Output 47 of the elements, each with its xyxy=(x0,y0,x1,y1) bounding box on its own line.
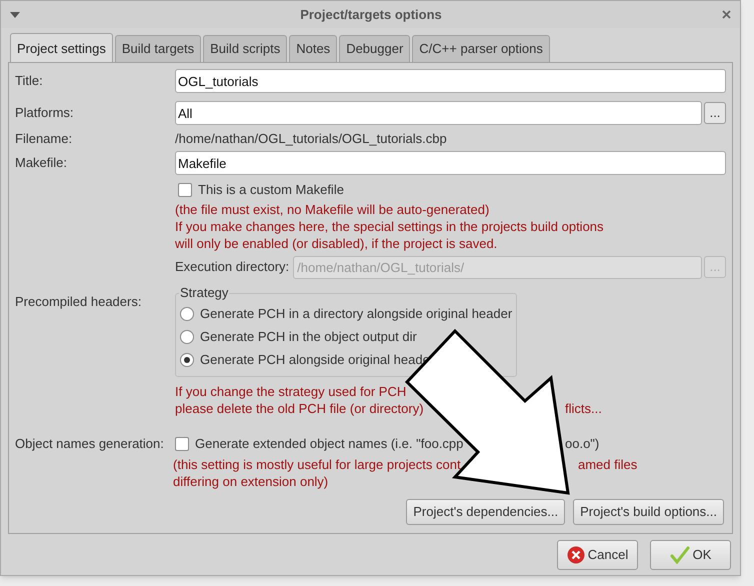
checkmark-icon xyxy=(670,546,690,564)
field-label: Title: xyxy=(15,72,44,90)
group-title: Strategy xyxy=(179,285,230,300)
checkbox-label: This is a custom Makefile xyxy=(198,181,344,200)
warning-note: will only be enabled (or disabled), if the project is saved. xyxy=(175,235,498,252)
radio-button[interactable] xyxy=(180,352,194,366)
field-label: Makefile: xyxy=(15,154,68,172)
cancel-button[interactable]: Cancel xyxy=(557,540,638,570)
checkbox[interactable] xyxy=(175,437,189,451)
window-title: Project/targets options xyxy=(299,6,443,24)
ok-button[interactable]: OK xyxy=(650,540,731,570)
browse-button[interactable]: ... xyxy=(704,102,726,124)
cancel-icon xyxy=(566,546,585,564)
checkbox[interactable] xyxy=(178,183,192,197)
warning-note: If you make changes here, the special settings in the projects build options xyxy=(175,218,605,235)
tab[interactable]: Project settings xyxy=(10,33,113,63)
checkbox-label: oo.o") xyxy=(565,435,600,454)
field-label: Platforms: xyxy=(15,104,75,122)
makefile-field[interactable]: Makefile xyxy=(175,151,726,175)
action-button[interactable]: Project's build options... xyxy=(573,499,724,525)
title-field[interactable]: OGL_tutorials xyxy=(175,69,726,93)
close-icon[interactable] xyxy=(722,10,731,19)
action-button[interactable]: Project's dependencies... xyxy=(406,499,566,525)
warning-note: differing on extension only) xyxy=(173,473,330,490)
menu-icon[interactable] xyxy=(10,12,20,18)
tab[interactable]: C/C++ parser options xyxy=(412,35,550,62)
warning-note: flicts... xyxy=(565,400,602,417)
field-label: Object names generation: xyxy=(15,435,165,454)
field-label: Execution directory: xyxy=(175,258,290,276)
tab[interactable]: Debugger xyxy=(339,35,410,62)
warning-note: If you change the strategy used for PCH xyxy=(175,383,408,400)
radio-button[interactable] xyxy=(180,330,194,344)
platforms-field[interactable]: All xyxy=(175,101,702,125)
warning-note: please delete the old PCH file (or directory) xyxy=(175,401,424,416)
radio-label: Generate PCH in the object output dir xyxy=(200,328,417,346)
radio-button[interactable] xyxy=(180,306,194,320)
tab[interactable]: Build targets xyxy=(114,35,202,62)
radio-label: Generate PCH in a directory alongside original header xyxy=(200,304,512,323)
tab[interactable]: Notes xyxy=(289,35,338,62)
field-label: Precompiled headers: xyxy=(15,294,142,309)
filename-value: /home/nathan/OGL_tutorials/OGL_tutorials.cbp xyxy=(175,130,447,148)
tab[interactable]: Build scripts xyxy=(203,35,288,62)
warning-note: amed files xyxy=(578,456,638,473)
checkbox-label: Generate extended object names (i.e. "foo.cpp xyxy=(195,436,464,452)
warning-note: (the file must exist, no Makefile will be auto-generated) xyxy=(175,201,490,218)
warning-note: (this setting is mostly useful for large projects cont xyxy=(173,457,461,472)
field-label: Filename: xyxy=(15,130,74,148)
